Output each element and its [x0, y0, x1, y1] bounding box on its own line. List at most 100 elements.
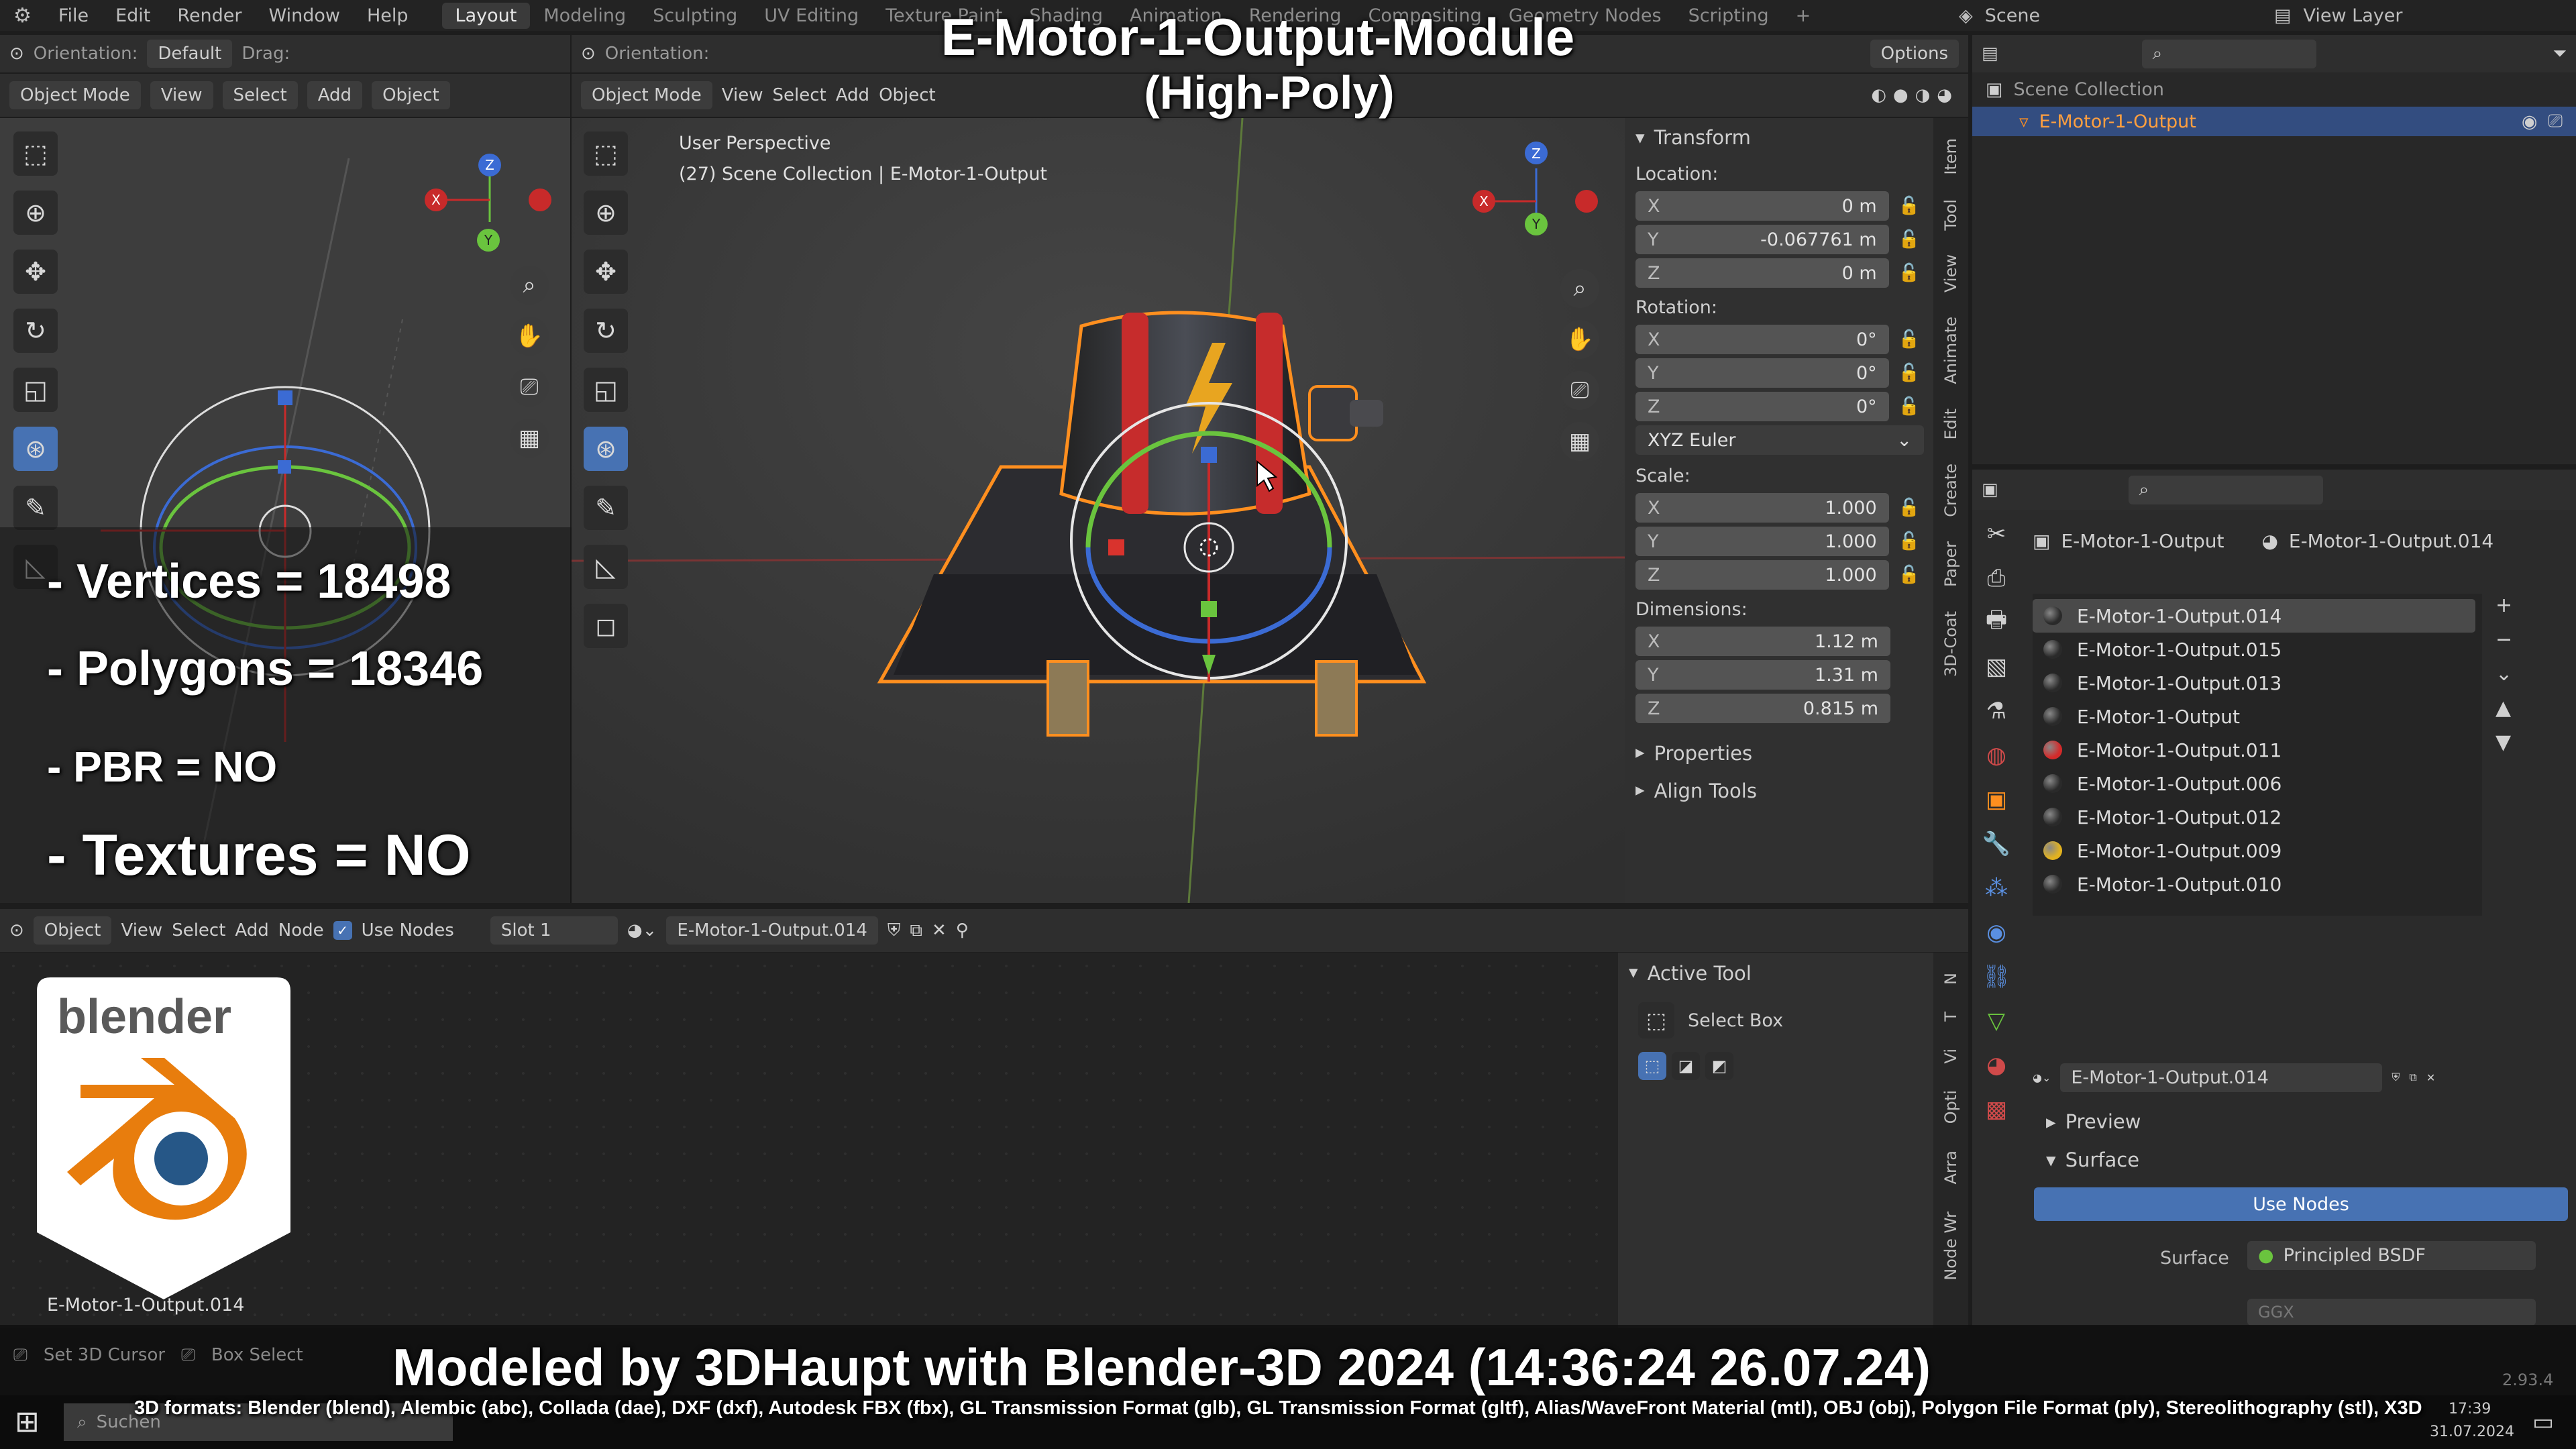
add-slot-icon[interactable]: + — [2496, 594, 2512, 617]
scene-tab-icon[interactable]: ⚗ — [1979, 694, 2014, 729]
dimensions-x-field[interactable]: X 1.12 m — [1635, 627, 1890, 656]
cursor-tool-icon[interactable]: ⊕ — [584, 191, 628, 235]
mode-subtract-icon[interactable]: ◩ — [1705, 1052, 1733, 1080]
rotation-x-field[interactable]: X 0° — [1635, 325, 1889, 354]
transform-header[interactable]: ▾ Transform — [1625, 118, 1933, 157]
use-nodes-button[interactable]: Use Nodes — [2034, 1187, 2568, 1221]
cursor-tool-icon[interactable]: ⊕ — [13, 191, 58, 235]
scale-z-field[interactable]: Z 1.000 — [1635, 560, 1889, 590]
use-nodes-checkbox[interactable]: ✓ — [333, 921, 352, 940]
annotate-tool-icon[interactable]: ✎ — [13, 486, 58, 530]
preview-section[interactable]: ▸ Preview — [2046, 1110, 2141, 1133]
material-slot-row[interactable]: E-Motor-1-Output.011 — [2033, 733, 2482, 767]
render-tab-icon[interactable]: ⎙ — [1979, 561, 2014, 596]
tab-view[interactable]: View — [1941, 254, 1960, 292]
location-z-field[interactable]: Z 0 m — [1635, 258, 1889, 288]
transform-tool-icon[interactable]: ⊛ — [584, 427, 628, 471]
align-tools-section[interactable]: ▸ Align Tools — [1625, 765, 1933, 802]
zoom-icon[interactable]: ⌕ — [1560, 269, 1599, 308]
properties-search-input[interactable]: ⌕ — [2128, 475, 2323, 504]
notification-icon[interactable]: ▭ — [2532, 1409, 2554, 1436]
properties-section[interactable]: ▸ Properties — [1625, 727, 1933, 765]
lock-icon[interactable]: 🔓 — [1898, 196, 1920, 216]
lock-icon[interactable]: 🔓 — [1898, 565, 1920, 585]
move-tool-icon[interactable]: ✥ — [584, 250, 628, 294]
lock-icon[interactable]: 🔓 — [1898, 363, 1920, 383]
material-slot-row[interactable]: E-Motor-1-Output.010 — [2033, 867, 2482, 901]
zoom-icon[interactable]: ⌕ — [510, 266, 549, 305]
location-y-field[interactable]: Y -0.067761 m — [1635, 225, 1889, 254]
rotate-tool-icon[interactable]: ↻ — [13, 309, 58, 353]
tab-vi[interactable]: Vi — [1941, 1049, 1960, 1064]
material-tab-icon[interactable]: ◕ — [1979, 1048, 2014, 1083]
rotation-mode-dropdown[interactable]: XYZ Euler ⌄ — [1635, 425, 1924, 455]
scale-tool-icon[interactable]: ◱ — [584, 368, 628, 412]
move-tool-icon[interactable]: ✥ — [13, 250, 58, 294]
node-menu[interactable]: Node — [278, 920, 324, 941]
unlink-icon[interactable]: ✕ — [2426, 1071, 2435, 1084]
material-slot-row[interactable]: E-Motor-1-Output.012 — [2033, 800, 2482, 834]
measure-tool-icon[interactable]: ◺ — [584, 545, 628, 589]
rotation-y-field[interactable]: Y 0° — [1635, 358, 1889, 388]
material-slot-row[interactable]: E-Motor-1-Output.015 — [2033, 633, 2482, 666]
scale-y-field[interactable]: Y 1.000 — [1635, 527, 1889, 556]
tab-arra[interactable]: Arra — [1941, 1150, 1960, 1184]
tab-paper[interactable]: Paper — [1941, 541, 1960, 587]
camera-render-icon[interactable]: ⎚ — [2548, 111, 2563, 132]
rotate-tool-icon[interactable]: ↻ — [584, 309, 628, 353]
main-viewport[interactable]: Z X Y User Perspective (27) Scene Collec… — [572, 118, 1625, 903]
material-slot-row[interactable]: E-Motor-1-Output.009 — [2033, 834, 2482, 867]
add-cube-tool-icon[interactable]: ◻ — [584, 604, 628, 648]
surface-shader-field[interactable]: ● Principled BSDF — [2247, 1241, 2536, 1270]
object-type-dropdown[interactable]: Object — [33, 916, 112, 945]
select-box-tool-icon[interactable]: ⬚ — [13, 131, 58, 176]
transform-tool-icon[interactable]: ⊛ — [13, 427, 58, 471]
active-tool-header[interactable]: ▾ Active Tool — [1618, 953, 1933, 994]
material-slot-row[interactable]: E-Motor-1-Output — [2033, 700, 2482, 733]
scale-tool-icon[interactable]: ◱ — [13, 368, 58, 412]
camera-icon[interactable]: ⎚ — [510, 368, 549, 407]
mode-new-icon[interactable]: ⬚ — [1638, 1052, 1666, 1080]
tab-t[interactable]: T — [1941, 1012, 1960, 1022]
tab-tool[interactable]: Tool — [1941, 199, 1960, 231]
tab-item[interactable]: Item — [1941, 138, 1960, 175]
view-menu[interactable]: View — [121, 920, 162, 941]
fake-user-icon[interactable]: ⛨ — [888, 920, 901, 941]
add-menu[interactable]: Add — [235, 920, 268, 941]
lock-icon[interactable]: 🔓 — [1898, 396, 1920, 417]
tab-node-wrangler[interactable]: Node Wr — [1941, 1212, 1960, 1281]
material-browse-icon[interactable]: ◕⌄ — [2033, 1071, 2051, 1084]
lock-icon[interactable]: 🔓 — [1898, 329, 1920, 350]
distribution-dropdown[interactable]: GGX — [2247, 1299, 2536, 1326]
modifier-tab-icon[interactable]: 🔧 — [1979, 826, 2014, 861]
select-menu[interactable]: Select — [172, 920, 225, 941]
tab-create[interactable]: Create — [1941, 464, 1960, 517]
rotation-z-field[interactable]: Z 0° — [1635, 392, 1889, 421]
constraints-tab-icon[interactable]: ⛓ — [1979, 959, 2014, 994]
dimensions-y-field[interactable]: Y 1.31 m — [1635, 660, 1890, 690]
annotate-tool-icon[interactable]: ✎ — [584, 486, 628, 530]
lock-icon[interactable]: 🔓 — [1898, 263, 1920, 283]
unlink-icon[interactable]: ✕ — [932, 920, 947, 941]
select-box-tool-icon[interactable]: ⬚ — [584, 131, 628, 176]
duplicate-icon[interactable]: ⧉ — [2409, 1071, 2416, 1084]
location-x-field[interactable]: X 0 m — [1635, 191, 1889, 221]
active-tool-row[interactable]: ⬚ Select Box — [1618, 994, 1933, 1046]
view-layer-tab-icon[interactable]: ▧ — [1979, 649, 2014, 684]
dimensions-z-field[interactable]: Z 0.815 m — [1635, 694, 1890, 723]
material-name-field[interactable]: E-Motor-1-Output.014 — [666, 916, 878, 945]
texture-tab-icon[interactable]: ▩ — [1979, 1092, 2014, 1127]
tab-edit[interactable]: Edit — [1941, 409, 1960, 439]
pan-hand-icon[interactable]: ✋ — [1560, 320, 1599, 359]
filter-icon[interactable]: ⏷ — [2553, 44, 2567, 64]
scale-x-field[interactable]: X 1.000 — [1635, 493, 1889, 523]
editor-type-icon[interactable]: ▣ — [1982, 480, 1998, 500]
tab-animate[interactable]: Animate — [1941, 317, 1960, 384]
surface-section[interactable]: ▾ Surface — [2046, 1148, 2139, 1171]
material-slot-row[interactable]: E-Motor-1-Output.014 — [2033, 599, 2475, 633]
move-up-icon[interactable]: ▲ — [2496, 696, 2512, 720]
tab-3d-coat[interactable]: 3D-Coat — [1941, 611, 1960, 677]
lock-icon[interactable]: 🔓 — [1898, 531, 1920, 551]
tab-n[interactable]: N — [1941, 973, 1960, 985]
lock-icon[interactable]: 🔓 — [1898, 498, 1920, 518]
